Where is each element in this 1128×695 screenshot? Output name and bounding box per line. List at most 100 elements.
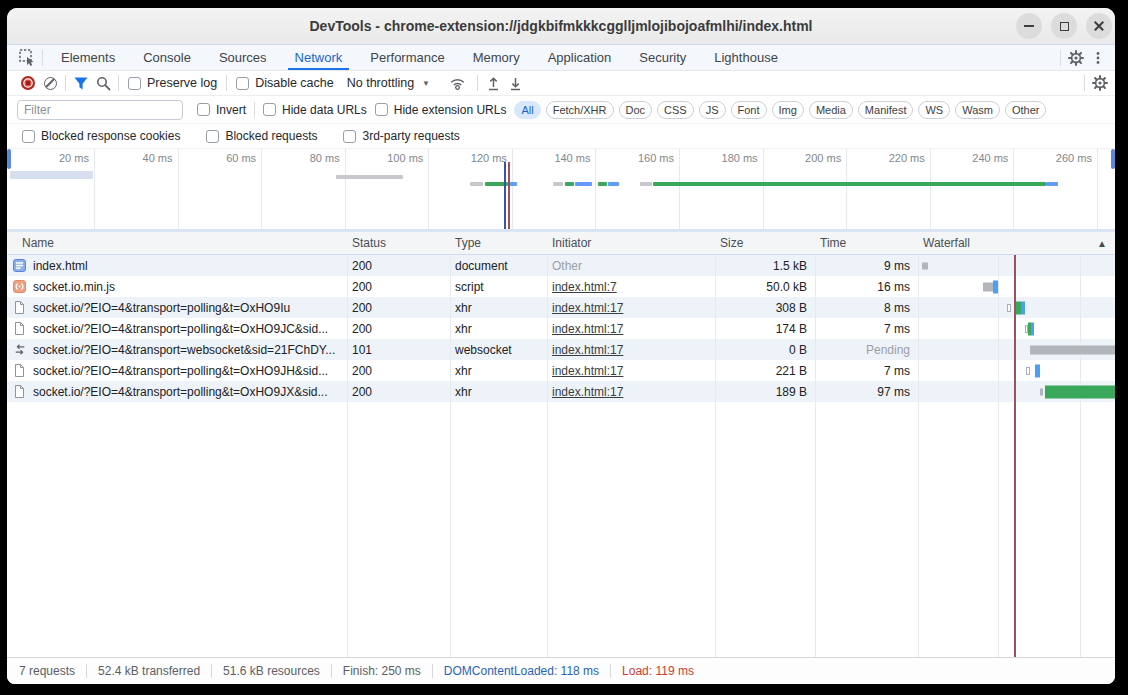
tab-sources[interactable]: Sources	[205, 45, 281, 70]
network-toolbar: Preserve log Disable cache No throttling…	[7, 71, 1115, 96]
column-divider[interactable]	[918, 232, 919, 657]
column-header-time[interactable]: Time	[815, 236, 918, 250]
tab-elements[interactable]: Elements	[47, 45, 129, 70]
status-finish: Finish: 250 ms	[332, 664, 432, 678]
network-filter-bar-2: Blocked response cookies Blocked request…	[7, 124, 1115, 149]
initiator[interactable]: index.html:17	[552, 385, 623, 399]
column-divider[interactable]	[715, 232, 716, 657]
hide-data-urls-checkbox[interactable]	[263, 103, 276, 116]
tab-network[interactable]: Network	[281, 45, 357, 70]
tab-console[interactable]: Console	[129, 45, 205, 70]
overview-tick-label: 40 ms	[143, 152, 178, 164]
filter-pill-img[interactable]: Img	[772, 101, 804, 119]
overview-gridline	[261, 149, 262, 229]
tab-memory[interactable]: Memory	[459, 45, 534, 70]
initiator[interactable]: index.html:17	[552, 343, 623, 357]
request-row[interactable]: socket.io/?EIO=4&transport=polling&t=OxH…	[7, 297, 1115, 318]
waterfall-bar-green[interactable]	[1045, 385, 1115, 398]
column-header-type[interactable]: Type	[450, 236, 547, 250]
filter-pill-wasm[interactable]: Wasm	[955, 101, 1000, 119]
filter-pill-font[interactable]: Font	[731, 101, 767, 119]
overview-handle-right[interactable]	[1111, 149, 1115, 169]
funnel-icon	[74, 77, 88, 90]
disable-cache-checkbox[interactable]	[236, 77, 249, 90]
more-options-button[interactable]	[1087, 47, 1109, 69]
column-header-status[interactable]: Status	[347, 236, 450, 250]
column-divider[interactable]	[347, 232, 348, 657]
ws-icon	[13, 343, 26, 356]
filter-pill-ws[interactable]: WS	[918, 101, 950, 119]
waterfall-bar-gray[interactable]	[1040, 388, 1043, 395]
invert-checkbox[interactable]	[197, 103, 210, 116]
filter-toggle-button[interactable]	[70, 72, 92, 94]
clear-network-log-button[interactable]	[39, 72, 61, 94]
tab-security[interactable]: Security	[625, 45, 700, 70]
export-har-button[interactable]	[504, 72, 526, 94]
overview-tick-label: 20 ms	[59, 152, 94, 164]
blocked-requests-control: Blocked requests	[206, 129, 317, 143]
column-header-name[interactable]: Name	[7, 236, 347, 250]
column-divider[interactable]	[547, 232, 548, 657]
filter-pill-manifest[interactable]: Manifest	[858, 101, 914, 119]
filter-pill-js[interactable]: JS	[699, 101, 726, 119]
request-row[interactable]: index.html200documentOther1.5 kB9 ms	[7, 255, 1115, 276]
inspect-element-button[interactable]	[16, 47, 38, 69]
waterfall-bar-gray[interactable]	[983, 282, 993, 291]
tab-application[interactable]: Application	[534, 45, 626, 70]
search-icon	[96, 76, 111, 91]
blocked-cookies-checkbox[interactable]	[22, 130, 35, 143]
filter-pill-doc[interactable]: Doc	[619, 101, 653, 119]
minimize-button[interactable]	[1016, 13, 1042, 39]
network-settings-button[interactable]	[1089, 72, 1111, 94]
filter-pill-all[interactable]: All	[514, 101, 540, 119]
search-button[interactable]	[92, 72, 114, 94]
waterfall-bar-gray[interactable]	[1030, 345, 1115, 354]
request-row[interactable]: socket.io/?EIO=4&transport=polling&t=OxH…	[7, 318, 1115, 339]
tab-lighthouse[interactable]: Lighthouse	[700, 45, 792, 70]
third-party-checkbox[interactable]	[343, 130, 356, 143]
filter-pill-media[interactable]: Media	[809, 101, 853, 119]
filter-pill-other[interactable]: Other	[1005, 101, 1047, 119]
waterfall-bar-blue[interactable]	[1035, 364, 1040, 377]
request-row[interactable]: socket.io/?EIO=4&transport=polling&t=OxH…	[7, 360, 1115, 381]
waterfall-bar-blue[interactable]	[1021, 301, 1025, 314]
overview-gridline	[512, 149, 513, 229]
network-conditions-button[interactable]	[446, 72, 468, 94]
column-divider[interactable]	[815, 232, 816, 657]
close-button[interactable]	[1086, 13, 1112, 39]
throttling-dropdown[interactable]: No throttling ▼	[347, 76, 430, 90]
initiator[interactable]: index.html:17	[552, 364, 623, 378]
column-divider[interactable]	[450, 232, 451, 657]
waterfall-bar-gray[interactable]	[922, 262, 928, 269]
request-row[interactable]: socket.io.min.js200scriptindex.html:750.…	[7, 276, 1115, 297]
initiator[interactable]: index.html:17	[552, 322, 623, 336]
request-row[interactable]: socket.io/?EIO=4&transport=polling&t=OxH…	[7, 381, 1115, 402]
filter-pill-fetch-xhr[interactable]: Fetch/XHR	[546, 101, 614, 119]
record-network-log-button[interactable]	[17, 72, 39, 94]
waterfall-bar-frame[interactable]	[1026, 367, 1030, 375]
import-har-button[interactable]	[482, 72, 504, 94]
settings-button[interactable]	[1065, 47, 1087, 69]
initiator[interactable]: index.html:17	[552, 301, 623, 315]
preserve-log-checkbox[interactable]	[128, 77, 141, 90]
filter-input[interactable]	[17, 100, 183, 120]
hide-data-urls-label: Hide data URLs	[282, 103, 367, 117]
maximize-button[interactable]	[1051, 13, 1077, 39]
request-name: socket.io/?EIO=4&transport=polling&t=OxH…	[33, 385, 327, 399]
waterfall-bar-frame[interactable]	[1007, 304, 1011, 312]
overview-bar-gray	[470, 182, 483, 186]
column-header-waterfall[interactable]: Waterfall▲	[918, 232, 1115, 254]
network-overview-timeline[interactable]: 20 ms40 ms60 ms80 ms100 ms120 ms140 ms16…	[7, 149, 1115, 232]
column-header-initiator[interactable]: Initiator	[547, 236, 715, 250]
initiator[interactable]: index.html:7	[552, 280, 617, 294]
maximize-icon	[1060, 22, 1069, 31]
hide-extension-urls-checkbox[interactable]	[375, 103, 388, 116]
tab-performance[interactable]: Performance	[356, 45, 458, 70]
blocked-requests-checkbox[interactable]	[206, 130, 219, 143]
filter-pill-css[interactable]: CSS	[657, 101, 694, 119]
waterfall-bar-blue[interactable]	[993, 280, 998, 293]
overview-handle-left[interactable]	[7, 149, 11, 169]
column-header-size[interactable]: Size	[715, 236, 815, 250]
waterfall-bar-blue[interactable]	[1031, 322, 1034, 335]
request-row[interactable]: socket.io/?EIO=4&transport=websocket&sid…	[7, 339, 1115, 360]
